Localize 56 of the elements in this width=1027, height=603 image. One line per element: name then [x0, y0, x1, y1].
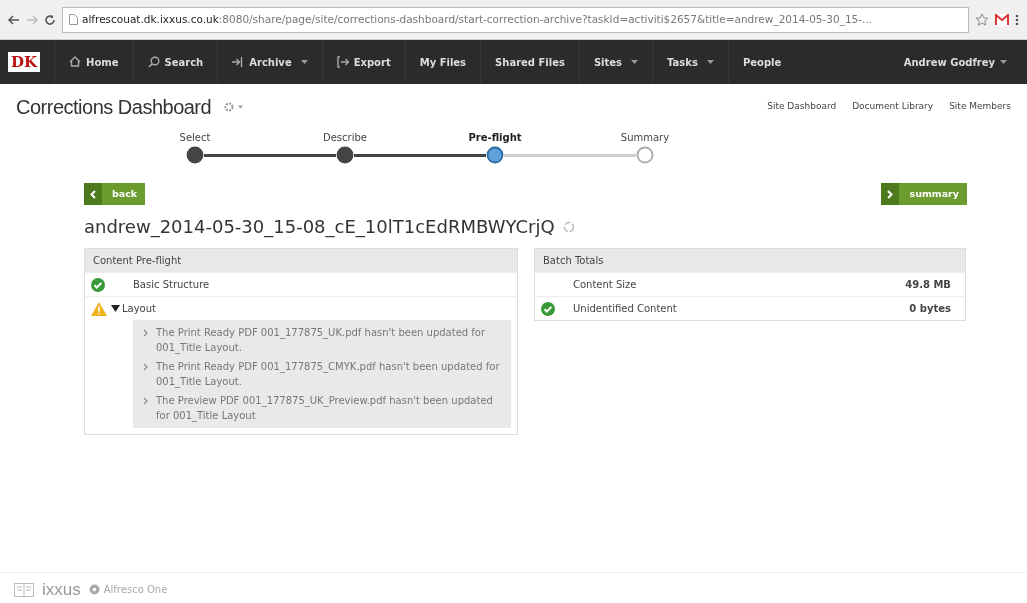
total-value: 0 bytes	[909, 302, 952, 316]
search-icon	[147, 56, 160, 68]
panel-title: Batch Totals	[535, 249, 965, 272]
mail-icon[interactable]	[995, 13, 1009, 26]
site-link[interactable]: Document Library	[852, 100, 934, 114]
step-label: Describe	[323, 131, 367, 145]
site-link[interactable]: Site Dashboard	[767, 100, 837, 114]
nav-item[interactable]: Search	[132, 40, 218, 84]
message-text: The Print Ready PDF 001_177875_CMYK.pdf hasn't been updated for 001_Title Layout.	[156, 360, 501, 389]
page-title: Corrections Dashboard	[16, 95, 212, 120]
total-label: Content Size	[573, 278, 637, 292]
nav-item[interactable]: Tasks	[652, 40, 728, 84]
star-icon[interactable]	[975, 12, 989, 27]
brand-name: ixxus	[42, 578, 81, 601]
panel-title: Content Pre-flight	[85, 249, 517, 272]
chevron-left-icon	[90, 189, 96, 199]
check-label: Basic Structure	[133, 278, 210, 292]
nav-item[interactable]: My Files	[404, 40, 481, 84]
caret-icon	[1000, 60, 1007, 64]
message-text: The Print Ready PDF 001_177875_UK.pdf hasn't been updated for 001_Title Layout.	[156, 326, 487, 355]
logo[interactable]: DK	[8, 52, 41, 72]
message-text: The Preview PDF 001_177875_UK_Preview.pdf hasn't been updated for 001_Title Layout	[156, 394, 494, 423]
nav-item[interactable]: Export	[321, 40, 405, 84]
home-icon	[69, 56, 82, 68]
total-value: 49.8 MB	[905, 278, 952, 292]
menu-icon[interactable]	[1015, 13, 1019, 26]
user-menu[interactable]: Andrew Godfrey	[889, 40, 1021, 84]
check-icon	[91, 277, 105, 292]
nav-item[interactable]: People	[727, 40, 796, 84]
arrow-icon	[232, 56, 245, 68]
expand-triangle-icon[interactable]	[111, 304, 120, 313]
chevron-right-icon	[143, 363, 148, 371]
page-icon	[69, 14, 78, 25]
step-label: Summary	[620, 131, 670, 145]
step-label: Pre-flight	[468, 131, 522, 145]
nav-item[interactable]: Home	[54, 40, 133, 84]
book-icon	[14, 582, 34, 597]
nav-item[interactable]: Sites	[578, 40, 653, 84]
chevron-right-icon	[887, 189, 894, 199]
batch-title: andrew_2014-05-30_15-08_cE_10lT1cEdRMBWYCrjQ	[84, 215, 555, 240]
check-label: Layout	[122, 302, 156, 316]
chevron-right-icon	[143, 329, 148, 337]
step-label: Select	[179, 131, 211, 145]
total-label: Unidentified Content	[573, 302, 677, 316]
nav-item[interactable]: Shared Files	[480, 40, 579, 84]
chevron-right-icon	[143, 397, 148, 405]
site-link[interactable]: Site Members	[949, 100, 1011, 114]
export-icon	[336, 56, 349, 68]
url-field[interactable]: alfrescouat.dk.ixxus.co.uk:8080/share/page/site/corrections-dashboard/start-correction-archive?taskId=activiti$2657&title=andrew_2014-05-30_15-...	[62, 6, 969, 33]
product-name: Alfresco One	[103, 583, 168, 597]
nav-item[interactable]: Archive	[217, 40, 322, 84]
url-text: alfrescouat.dk.ixxus.co.uk:8080/share/page/site/corrections-dashboard/start-correction-archive?taskId=activiti$2657&title=andrew_2014-05-30_15-...	[82, 11, 873, 28]
warning-icon	[91, 301, 107, 316]
reload-icon[interactable]	[44, 13, 56, 26]
back-icon[interactable]	[8, 13, 20, 26]
check-icon	[541, 302, 555, 316]
